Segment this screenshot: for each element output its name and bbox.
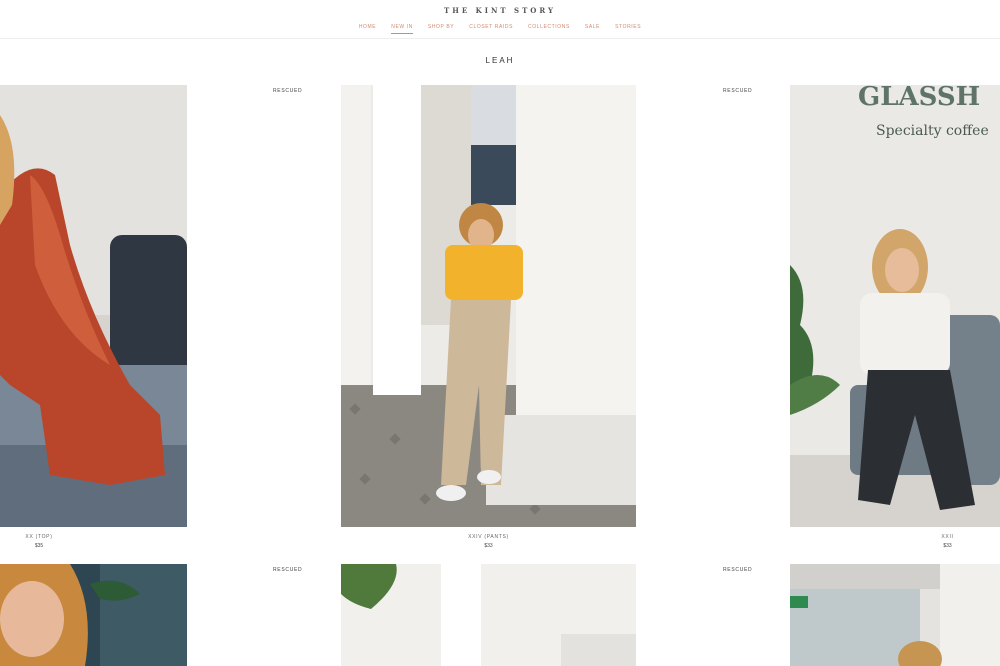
rescued-badge: RESCUED [723,88,753,94]
rescued-badge: RESCUED [723,567,753,573]
product-card[interactable]: RESCUED [341,564,753,666]
product-price: $33 [943,543,952,549]
nav-home[interactable]: HOME [359,24,376,34]
product-name[interactable]: XX (TOP) [0,534,78,540]
nav-collections[interactable]: COLLECTIONS [528,24,570,34]
product-name[interactable]: XXIV (PANTS) [341,534,636,540]
product-card[interactable]: GLASSH Specialty coffee XXII $33 [790,85,1000,555]
product-price: $33 [484,543,493,549]
product-photo[interactable] [790,564,1000,666]
product-card[interactable]: RESCUED XX (TOP) $35 [0,85,303,555]
product-photo-orange-shirt[interactable] [0,85,187,527]
site-header: THE KINT STORY HOME NEW IN SHOP BY CLOSE… [0,0,1000,39]
rescued-badge: RESCUED [273,567,303,573]
cafe-sign-small: Specialty coffee [876,123,989,139]
nav-sale[interactable]: SALE [585,24,600,34]
product-card[interactable]: RESCUED XXIV (PANTS) $33 [341,85,753,555]
cafe-sign-big: GLASSH [858,85,980,112]
product-name[interactable]: XXII [900,534,995,540]
product-card[interactable] [790,564,1000,666]
nav-shop-by[interactable]: SHOP BY [428,24,454,34]
nav-stories[interactable]: STORIES [615,24,641,34]
rescued-badge: RESCUED [273,88,303,94]
nav-closet-raids[interactable]: CLOSET RAIDS [469,24,513,34]
product-photo-plaid-pants[interactable] [341,85,636,527]
main-nav: HOME NEW IN SHOP BY CLOSET RAIDS COLLECT… [0,24,1000,34]
product-photo[interactable] [341,564,636,666]
site-logo[interactable]: THE KINT STORY [0,6,1000,15]
product-photo-white-top[interactable]: GLASSH Specialty coffee [790,85,1000,527]
product-card[interactable]: RESCUED [0,564,303,666]
product-price: $35 [34,543,44,549]
page-title: LEAH [485,56,515,65]
product-photo-portrait[interactable] [0,564,187,666]
nav-new-in[interactable]: NEW IN [391,24,413,34]
